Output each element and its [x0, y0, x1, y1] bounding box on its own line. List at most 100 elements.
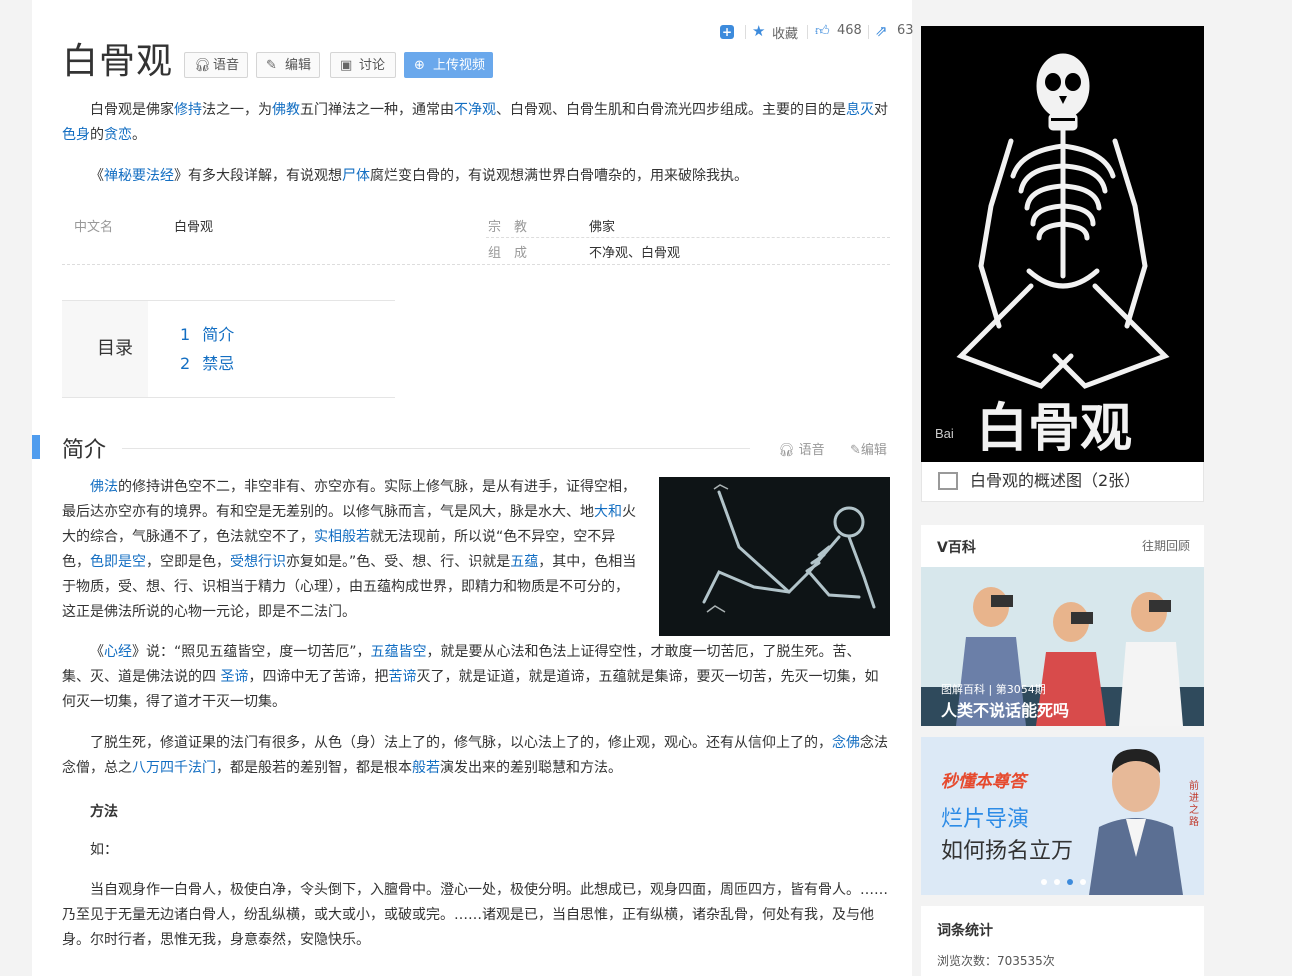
- vbaike-header: V百科 往期回顾: [921, 525, 1204, 567]
- baidu-watermark: Bai: [935, 426, 954, 441]
- link-ximie[interactable]: 息灭: [846, 102, 874, 118]
- divider: [807, 25, 808, 39]
- divider: [868, 25, 869, 39]
- skeleton-art: 白骨观 Bai: [921, 26, 1204, 462]
- section-edit-button[interactable]: ✎编辑: [850, 439, 887, 458]
- gallery-icon: [938, 472, 958, 490]
- pencil-icon: ✎: [266, 58, 277, 73]
- link-shengdi[interactable]: 圣谛: [220, 669, 248, 685]
- link-shixiang[interactable]: 实相般若: [314, 529, 370, 545]
- intro-paragraph-2: 《禅秘要法经》有多大段详解，有说观想尸体腐烂变白骨的，有说观想满世界白骨嘈杂的，…: [90, 168, 748, 184]
- body-paragraph-2: 《心经》说：“照见五蕴皆空，度一切苦厄”，五蕴皆空，就是要从心法和色法上证得空性…: [62, 644, 879, 710]
- intro-paragraph-1: 白骨观是佛家修持法之一，为佛教五门禅法之一种，通常由不净观、白骨观、白骨生肌和白…: [62, 102, 888, 143]
- link-nianfo[interactable]: 念佛: [832, 735, 860, 751]
- plus-circle-icon: ⊕: [414, 58, 425, 73]
- share-icon[interactable]: ⇗: [875, 22, 888, 40]
- summary-image-caption[interactable]: 白骨观的概述图（2张）: [921, 462, 1204, 502]
- toc-label-box: 目录: [62, 301, 148, 397]
- basic-info-table: 中文名 白骨观 宗 教 佛家 组 成 不净观、白骨观: [62, 206, 890, 266]
- divider: [486, 237, 890, 238]
- pencil-icon: ✎: [850, 443, 861, 458]
- voice-button[interactable]: 🎧︎ 语音: [184, 52, 248, 78]
- toc-item[interactable]: 2 禁忌: [180, 350, 234, 374]
- hero-art-text: 白骨观: [976, 398, 1132, 459]
- promo-side-text: 前进之路: [1189, 781, 1199, 828]
- discuss-label: 讨论: [359, 58, 386, 73]
- link-shouxiang[interactable]: 受想行识: [230, 554, 286, 570]
- upload-label: 上传视频: [433, 58, 486, 73]
- carousel-dot[interactable]: [1080, 879, 1086, 885]
- view-count: 浏览次数：703535次: [937, 954, 1055, 968]
- thumbs-up-icon[interactable]: 👍︎: [815, 22, 830, 40]
- link-seshen[interactable]: 色身: [62, 127, 90, 143]
- vbaike-more-link[interactable]: 往期回顾: [1142, 537, 1190, 554]
- promo-line-1: 烂片导演: [941, 807, 1030, 832]
- link-fofa[interactable]: 佛法: [90, 479, 118, 495]
- section-voice-button[interactable]: 🎧︎ 语音: [778, 439, 825, 458]
- body-ru: 如：: [90, 842, 118, 858]
- entry-stats-title: 词条统计: [937, 923, 993, 939]
- carousel-dot[interactable]: [1054, 879, 1060, 885]
- table-of-contents: 目录 1 简介 2 禁忌: [62, 300, 395, 398]
- body-paragraph-3: 了脱生死，修道证果的法门有很多，从色（身）法上了的，修气脉，以心法上了的，修止观…: [62, 735, 888, 776]
- link-bore[interactable]: 般若: [412, 760, 440, 776]
- link-chanmi[interactable]: 禅秘要法经: [104, 168, 174, 184]
- voice-label: 语音: [213, 58, 240, 73]
- promo-banner[interactable]: 秒懂本尊答 烂片导演 如何扬名立万 前进之路: [921, 737, 1204, 895]
- link-kudi[interactable]: 苦谛: [388, 669, 416, 685]
- headphones-icon: 🎧︎: [194, 58, 211, 73]
- carousel-dot-active[interactable]: [1067, 879, 1073, 885]
- divider: [122, 448, 750, 449]
- xray-skeleton-art: [659, 477, 890, 636]
- main-content: + ★ 收藏 👍︎ 468 ⇗ 63 白骨观 🎧︎ 语音 ✎ 编辑 ▣ 讨论 ⊕ 上传视…: [32, 0, 914, 976]
- carousel-dot[interactable]: [1041, 879, 1047, 885]
- toc-label: 目录: [97, 338, 133, 359]
- section-accent-bar: [32, 435, 40, 459]
- info-key: 组 成: [488, 246, 528, 261]
- divider: [62, 264, 890, 265]
- divider: [745, 25, 746, 39]
- body-paragraph-1: 佛法的修持讲色空不二，非空非有、亦空亦有。实际上修气脉，是从有进手，证得空相，最…: [62, 479, 637, 620]
- section-title: 简介: [62, 438, 107, 463]
- share-count[interactable]: 63: [897, 23, 914, 38]
- link-bujingguan[interactable]: 不净观: [454, 102, 496, 118]
- vbaike-tag: 图解百科 | 第3054期: [941, 683, 1046, 696]
- link-dahe[interactable]: 大和: [594, 504, 622, 520]
- add-icon[interactable]: +: [720, 25, 734, 39]
- upload-video-button[interactable]: ⊕ 上传视频: [404, 52, 493, 78]
- chat-icon: ▣: [340, 58, 353, 73]
- caption-text: 白骨观的概述图（2张）: [970, 471, 1141, 490]
- info-key: 宗 教: [488, 220, 528, 235]
- link-xinjing[interactable]: 心经: [104, 644, 132, 660]
- link-bawan[interactable]: 八万四千法门: [132, 760, 216, 776]
- edit-button[interactable]: ✎ 编辑: [256, 52, 320, 78]
- like-count[interactable]: 468: [837, 23, 862, 38]
- edit-label: 编辑: [285, 58, 312, 73]
- promo-line-2: 如何扬名立万: [941, 839, 1074, 864]
- link-wuyunjiekong[interactable]: 五蕴皆空: [371, 644, 427, 660]
- link-tanlian[interactable]: 贪恋: [104, 127, 132, 143]
- vbaike-video-thumbnail[interactable]: 图解百科 | 第3054期 人类不说话能死吗: [921, 567, 1204, 726]
- info-value: 不净观、白骨观: [589, 246, 681, 261]
- body-paragraph-4: 当自观身作一白骨人，极使白净，令头倒下，入膻骨中。澄心一处，极使分明。此想成已，…: [62, 882, 888, 948]
- toc-item[interactable]: 1 简介: [180, 321, 234, 345]
- link-sejishikong[interactable]: 色即是空: [90, 554, 146, 570]
- page-title: 白骨观: [62, 41, 174, 82]
- info-value: 白骨观: [174, 220, 214, 235]
- subheading-method: 方法: [90, 804, 118, 820]
- promo-brand: 秒懂本尊答: [941, 772, 1026, 792]
- headphones-icon: 🎧︎: [778, 443, 795, 458]
- favorite-label[interactable]: 收藏: [772, 23, 798, 42]
- link-xiuchi[interactable]: 修持: [174, 102, 202, 118]
- vbaike-headline[interactable]: 人类不说话能死吗: [941, 697, 1069, 721]
- info-value-link[interactable]: 佛家: [589, 216, 615, 235]
- xray-image[interactable]: [659, 477, 890, 636]
- link-wuyun[interactable]: 五蕴: [510, 554, 538, 570]
- summary-image[interactable]: 白骨观 Bai: [921, 26, 1204, 462]
- discuss-button[interactable]: ▣ 讨论: [330, 52, 396, 78]
- star-icon[interactable]: ★: [752, 22, 765, 40]
- vbaike-title: V百科: [937, 540, 976, 556]
- link-shiti[interactable]: 尸体: [342, 168, 370, 184]
- link-fojiao[interactable]: 佛教: [272, 102, 300, 118]
- stats-bar: + ★ 收藏 👍︎ 468 ⇗ 63: [720, 22, 920, 42]
